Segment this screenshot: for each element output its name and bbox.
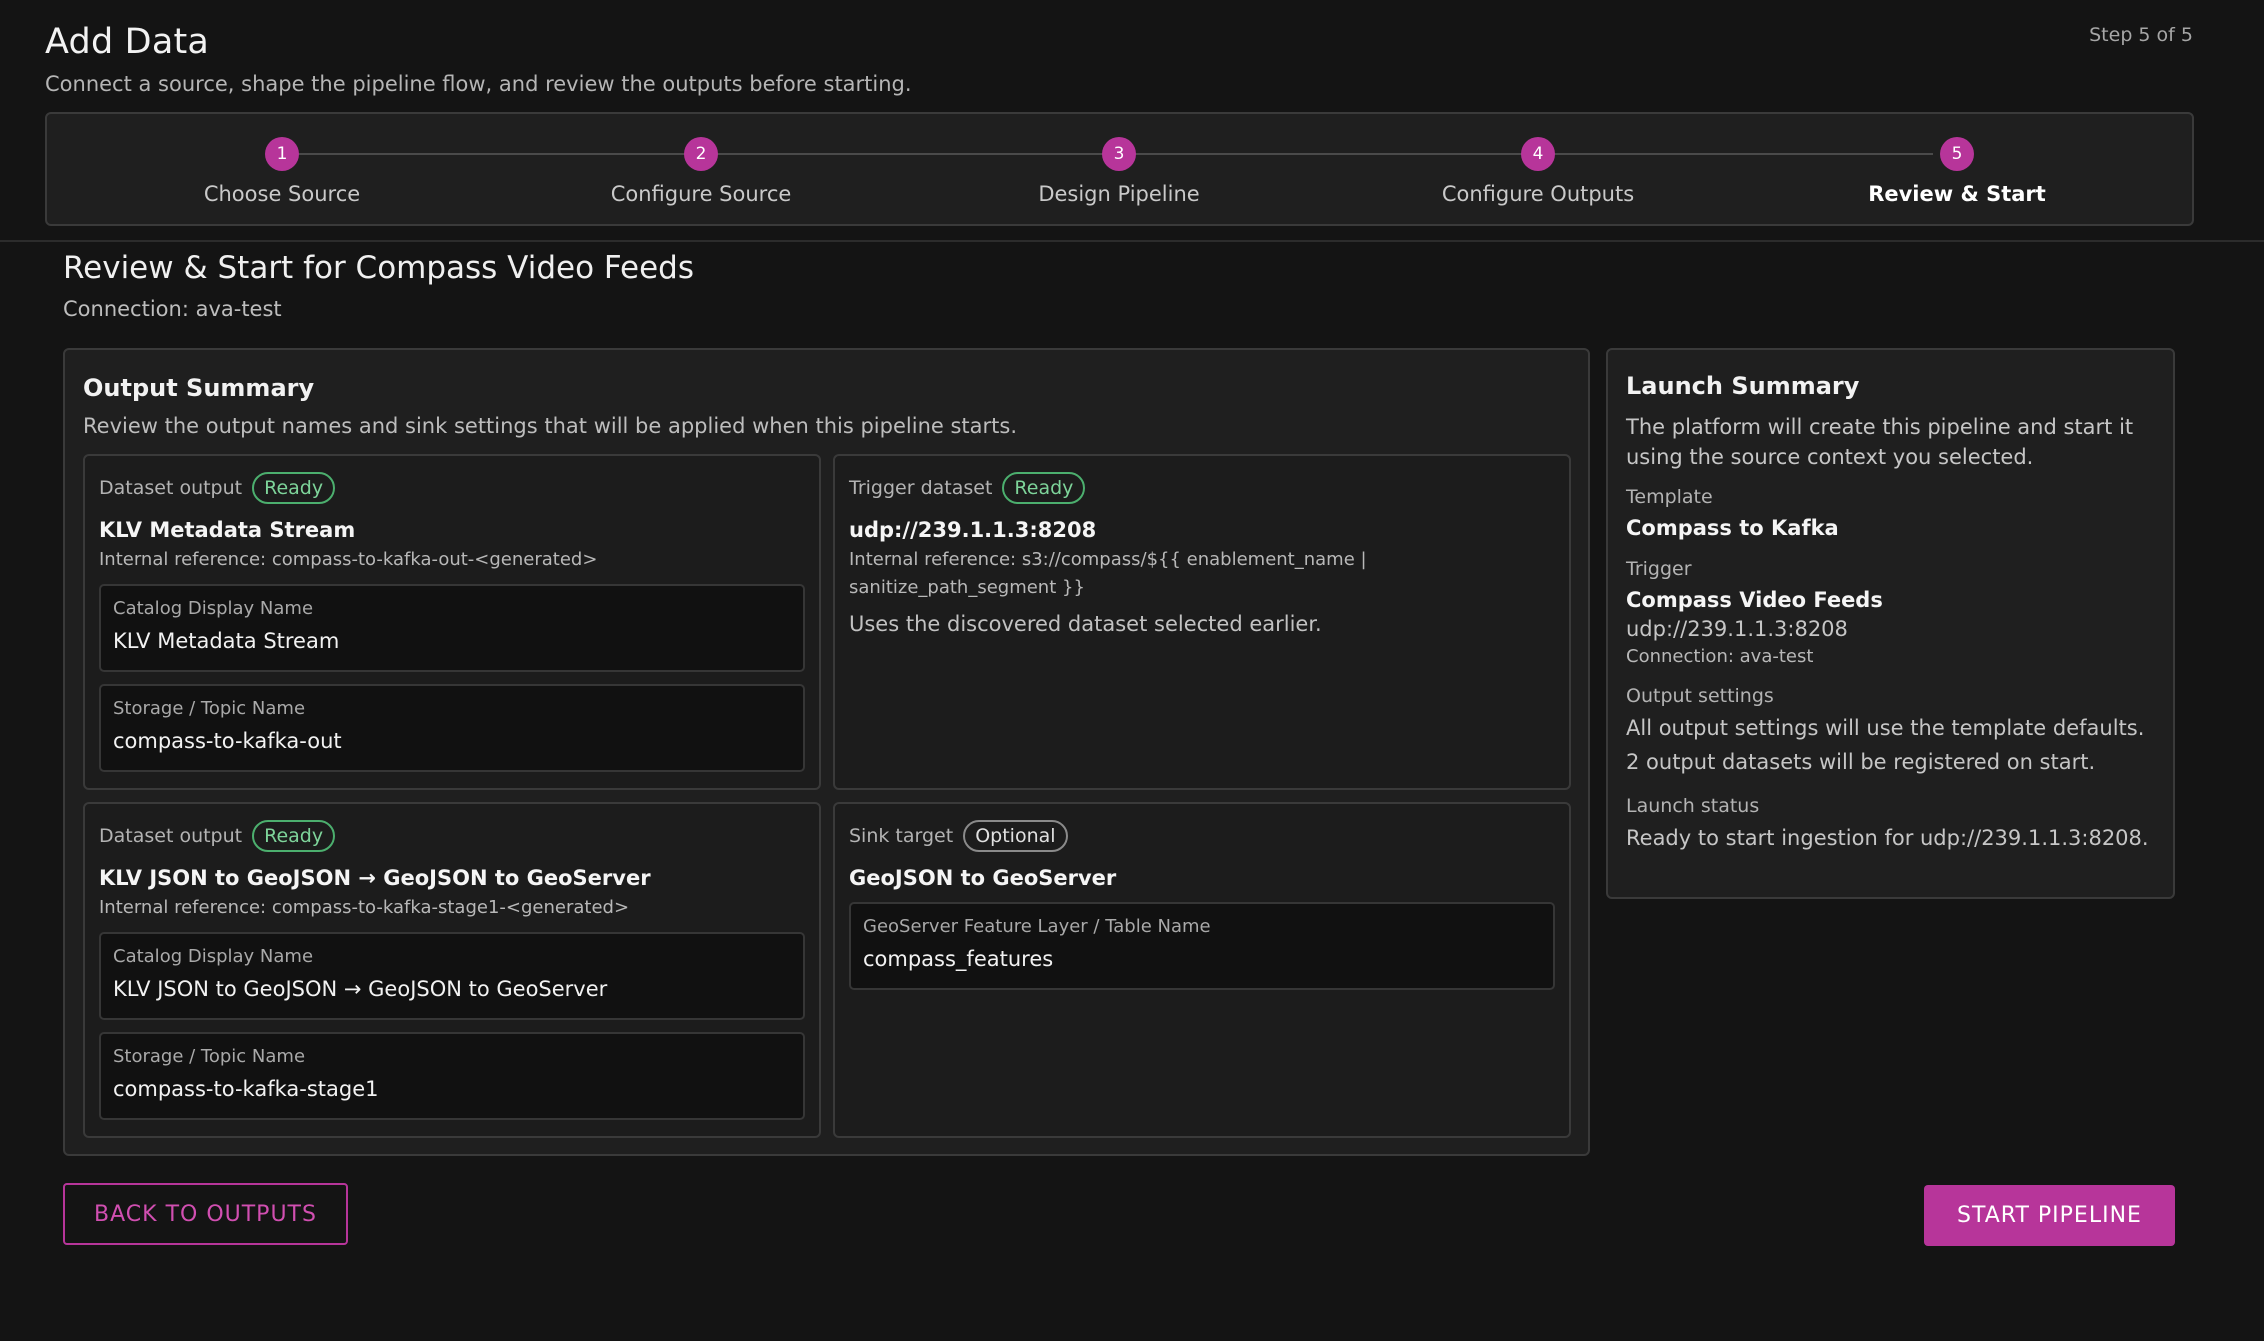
wizard-stepper: 1 Choose Source 2 Configure Source 3 Des… [45, 112, 2194, 226]
internal-reference: Internal reference: compass-to-kafka-sta… [99, 897, 630, 918]
field-value: compass_features [863, 947, 1054, 971]
step-number-badge: 3 [1102, 137, 1136, 171]
step-configure-outputs[interactable]: 4 Configure Outputs [1388, 114, 1688, 224]
internal-reference: Internal reference: compass-to-kafka-out… [99, 549, 598, 570]
field-value: compass-to-kafka-stage1 [113, 1077, 379, 1101]
status-badge: Ready [252, 472, 336, 504]
step-configure-source[interactable]: 2 Configure Source [551, 114, 851, 224]
sink-target-card: Sink target Optional GeoJSON to GeoServe… [833, 802, 1571, 1138]
step-label: Design Pipeline [1038, 182, 1200, 206]
optional-badge: Optional [963, 820, 1068, 852]
field-value: KLV Metadata Stream [113, 629, 340, 653]
step-count: Step 5 of 5 [2089, 24, 2193, 46]
output-settings-line: All output settings will use the templat… [1626, 716, 2145, 740]
field-label: Storage / Topic Name [113, 1046, 306, 1067]
section-title: Review & Start for Compass Video Feeds [63, 250, 695, 286]
internal-reference: Internal reference: s3://compass/${{ ena… [849, 549, 1367, 598]
field-label: Storage / Topic Name [113, 698, 306, 719]
dataset-output-card: Dataset output Ready KLV Metadata Stream… [83, 454, 821, 790]
step-label: Review & Start [1868, 182, 2046, 206]
status-badge: Ready [252, 820, 336, 852]
sink-name: GeoJSON to GeoServer [849, 866, 1117, 890]
card-kicker: Sink target [849, 825, 954, 847]
card-note: Uses the discovered dataset selected ear… [849, 612, 1322, 636]
connection-label: Connection: ava-test [63, 297, 282, 321]
dataset-name: KLV JSON to GeoJSON → GeoJSON to GeoServ… [99, 866, 651, 890]
field-value: KLV JSON to GeoJSON → GeoJSON to GeoServ… [113, 977, 608, 1001]
trigger-dataset-card: Trigger dataset Ready udp://239.1.1.3:82… [833, 454, 1571, 790]
step-label: Configure Outputs [1441, 182, 1635, 206]
field-label: Catalog Display Name [113, 598, 314, 619]
trigger-name: Compass Video Feeds [1626, 588, 1883, 612]
trigger-address: udp://239.1.1.3:8208 [1626, 617, 1848, 641]
output-summary-title: Output Summary [83, 374, 315, 402]
launch-status-label: Launch status [1626, 795, 1760, 817]
step-number-badge: 1 [265, 137, 299, 171]
card-kicker: Dataset output [99, 825, 243, 847]
page-title: Add Data [45, 22, 210, 62]
launch-status-value: Ready to start ingestion for udp://239.1… [1626, 826, 2149, 850]
step-number-badge: 2 [684, 137, 718, 171]
header-divider [0, 240, 2264, 242]
output-settings-line: 2 output datasets will be registered on … [1626, 750, 2096, 774]
start-pipeline-button[interactable]: START PIPELINE [1924, 1185, 2175, 1246]
step-number-badge: 4 [1521, 137, 1555, 171]
template-value: Compass to Kafka [1626, 516, 1839, 540]
card-kicker: Dataset output [99, 477, 243, 499]
catalog-display-name-field[interactable]: Catalog Display Name KLV Metadata Stream [99, 584, 805, 672]
step-choose-source[interactable]: 1 Choose Source [132, 114, 432, 224]
output-summary-panel: Output Summary Review the output names a… [63, 348, 1590, 1156]
status-badge: Ready [1002, 472, 1086, 504]
dataset-name: KLV Metadata Stream [99, 518, 356, 542]
page-header: Add Data Connect a source, shape the pip… [45, 22, 912, 96]
dataset-name: udp://239.1.1.3:8208 [849, 518, 1097, 542]
output-summary-description: Review the output names and sink setting… [83, 414, 1017, 438]
field-label: Catalog Display Name [113, 946, 314, 967]
field-label: GeoServer Feature Layer / Table Name [863, 916, 1211, 937]
output-settings-label: Output settings [1626, 685, 1774, 707]
storage-topic-name-field[interactable]: Storage / Topic Name compass-to-kafka-ou… [99, 684, 805, 772]
catalog-display-name-field[interactable]: Catalog Display Name KLV JSON to GeoJSON… [99, 932, 805, 1020]
launch-summary-title: Launch Summary [1626, 372, 1860, 400]
geoserver-layer-field[interactable]: GeoServer Feature Layer / Table Name com… [849, 902, 1555, 990]
trigger-connection: Connection: ava-test [1626, 646, 1814, 667]
step-design-pipeline[interactable]: 3 Design Pipeline [969, 114, 1269, 224]
page-subtitle: Connect a source, shape the pipeline flo… [45, 72, 912, 96]
template-label: Template [1626, 486, 1713, 508]
launch-summary-panel: Launch Summary The platform will create … [1606, 348, 2175, 899]
step-label: Configure Source [610, 182, 792, 206]
back-to-outputs-button[interactable]: BACK TO OUTPUTS [63, 1183, 348, 1245]
trigger-label: Trigger [1626, 558, 1692, 580]
dataset-output-card: Dataset output Ready KLV JSON to GeoJSON… [83, 802, 821, 1138]
launch-summary-description: The platform will create this pipeline a… [1626, 415, 2134, 469]
step-review-start[interactable]: 5 Review & Start [1807, 114, 2107, 224]
card-kicker: Trigger dataset [849, 477, 993, 499]
storage-topic-name-field[interactable]: Storage / Topic Name compass-to-kafka-st… [99, 1032, 805, 1120]
step-number-badge: 5 [1940, 137, 1974, 171]
step-label: Choose Source [203, 182, 361, 206]
field-value: compass-to-kafka-out [113, 729, 342, 753]
